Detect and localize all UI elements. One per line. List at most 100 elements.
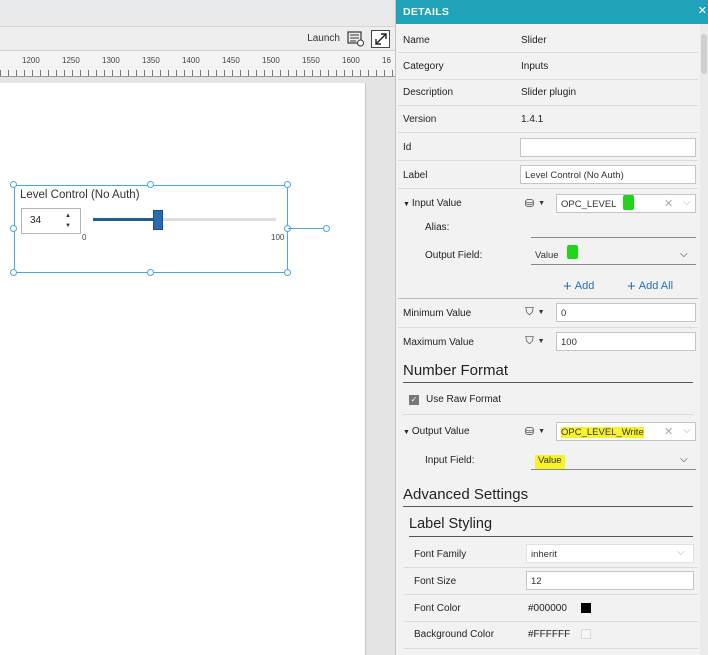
property-row-name: Name Slider bbox=[398, 26, 698, 53]
resize-handle-bottom[interactable] bbox=[147, 269, 154, 276]
maximum-label: Maximum Value bbox=[403, 337, 474, 348]
property-row-font-color: Font Color #000000 bbox=[404, 595, 698, 622]
panel-scrollbar[interactable] bbox=[700, 24, 708, 655]
output-field-select[interactable]: Value bbox=[531, 246, 696, 265]
use-raw-format-label: Use Raw Format bbox=[426, 394, 502, 405]
description-value: Slider plugin bbox=[521, 87, 577, 98]
chevron-down-icon[interactable]: ⌵ bbox=[680, 249, 688, 260]
resize-handle-bottom-right[interactable] bbox=[284, 269, 291, 276]
rotate-handle[interactable] bbox=[323, 225, 330, 232]
resize-handle-top-left[interactable] bbox=[10, 181, 17, 188]
resize-handle-bottom-left[interactable] bbox=[10, 269, 17, 276]
chevron-down-icon[interactable]: ⌵ bbox=[677, 547, 685, 558]
property-row-minimum: Minimum Value ⛉ ▼ 0 bbox=[398, 299, 698, 328]
canvas-toolbar: Launch bbox=[0, 27, 395, 51]
font-color-label: Font Color bbox=[414, 603, 461, 614]
property-row-font-family: Font Family inherit ⌵ bbox=[404, 541, 698, 568]
resize-handle-top[interactable] bbox=[147, 181, 154, 188]
paint-bucket-icon: ⛉ bbox=[525, 335, 534, 347]
input-value-label[interactable]: ▼ Input Value bbox=[403, 198, 462, 209]
ruler-tick bbox=[224, 70, 225, 76]
add-all-button[interactable]: + Add All bbox=[627, 278, 673, 295]
ruler-tick bbox=[64, 70, 65, 76]
label-label: Label bbox=[403, 170, 428, 181]
slider-thumb[interactable] bbox=[153, 210, 164, 230]
add-button[interactable]: + Add bbox=[563, 278, 594, 295]
ruler-tick-label: 16 bbox=[382, 56, 391, 65]
category-value: Inputs bbox=[521, 61, 549, 72]
ruler-tick bbox=[160, 70, 161, 76]
ruler-tick-label: 1500 bbox=[262, 56, 280, 65]
resize-handle-top-right[interactable] bbox=[284, 181, 291, 188]
resize-handle-left[interactable] bbox=[10, 225, 17, 232]
tag-dropdown-icon[interactable]: ⌵ bbox=[683, 425, 691, 436]
chevron-down-icon[interactable]: ⌵ bbox=[680, 454, 688, 465]
paint-bucket-icon: ⛉ bbox=[525, 306, 534, 318]
font-size-field[interactable]: 12 bbox=[526, 571, 694, 590]
maximum-style-picker[interactable]: ⛉ ▼ bbox=[519, 332, 551, 351]
input-field-label: Input Field: bbox=[425, 455, 475, 466]
slider-widget[interactable]: Level Control (No Auth) 34 ▲ ▼ 0 100 bbox=[14, 185, 288, 273]
use-raw-format-checkbox[interactable]: ✓ bbox=[409, 395, 419, 405]
maximum-field[interactable]: 100 bbox=[556, 332, 696, 351]
design-canvas[interactable] bbox=[0, 83, 366, 655]
font-color-value[interactable]: #000000 bbox=[528, 603, 567, 614]
font-family-label: Font Family bbox=[414, 549, 467, 560]
input-field-select[interactable]: Value bbox=[531, 451, 696, 470]
version-value: 1.4.1 bbox=[521, 114, 544, 125]
font-color-swatch[interactable] bbox=[581, 603, 591, 613]
divider bbox=[409, 536, 693, 537]
ruler-tick-label: 1550 bbox=[302, 56, 320, 65]
ruler-tick bbox=[168, 70, 169, 76]
font-family-select[interactable]: inherit bbox=[526, 544, 694, 563]
output-tag-field[interactable]: OPC_LEVEL_Write bbox=[556, 422, 696, 441]
ruler-tick bbox=[16, 70, 17, 76]
font-size-label: Font Size bbox=[414, 576, 457, 587]
stepper-down-icon[interactable]: ▼ bbox=[65, 223, 71, 229]
stepper-up-icon[interactable]: ▲ bbox=[65, 213, 71, 219]
close-icon[interactable]: ✕ bbox=[698, 4, 707, 17]
ruler-tick bbox=[104, 70, 105, 76]
property-row-description: Description Slider plugin bbox=[398, 80, 698, 106]
background-color-value[interactable]: #FFFFFF bbox=[528, 629, 570, 640]
expand-icon[interactable] bbox=[371, 30, 390, 48]
ruler-tick bbox=[336, 70, 337, 76]
ruler-tick bbox=[192, 70, 193, 76]
output-value-label[interactable]: ▼ Output Value bbox=[403, 426, 470, 437]
ruler-tick bbox=[288, 70, 289, 76]
number-format-title: Number Format bbox=[403, 362, 509, 379]
property-row-category: Category Inputs bbox=[398, 53, 698, 80]
launch-label[interactable]: Launch bbox=[307, 33, 340, 44]
clear-tag-icon[interactable]: ✕ bbox=[664, 197, 673, 210]
alias-field[interactable] bbox=[531, 219, 696, 238]
ruler-tick bbox=[320, 70, 321, 76]
input-binding-picker[interactable]: ⛁ ▼ bbox=[519, 194, 551, 213]
ruler-tick bbox=[296, 70, 297, 76]
divider bbox=[403, 382, 693, 383]
ruler-tick bbox=[264, 70, 265, 76]
clear-tag-icon[interactable]: ✕ bbox=[664, 425, 673, 438]
minimum-style-picker[interactable]: ⛉ ▼ bbox=[519, 303, 551, 322]
ruler-tick bbox=[136, 70, 137, 76]
label-field[interactable]: Level Control (No Auth) bbox=[520, 165, 696, 184]
output-binding-picker[interactable]: ⛁ ▼ bbox=[519, 422, 551, 441]
slider-fill bbox=[93, 218, 161, 221]
ruler-tick bbox=[184, 70, 185, 76]
data-binding-icon: ⛁ bbox=[524, 198, 535, 210]
ruler-tick bbox=[376, 70, 377, 76]
property-row-maximum: Maximum Value ⛉ ▼ 100 bbox=[398, 328, 698, 355]
slider-track[interactable] bbox=[93, 218, 276, 221]
advanced-settings-title: Advanced Settings bbox=[403, 486, 529, 503]
minimum-field[interactable]: 0 bbox=[556, 303, 696, 322]
id-field[interactable] bbox=[520, 138, 696, 157]
canvas-gutter bbox=[366, 83, 395, 655]
ruler-tick bbox=[256, 70, 257, 76]
value-stepper[interactable]: 34 ▲ ▼ bbox=[21, 208, 81, 234]
tag-dropdown-icon[interactable]: ⌵ bbox=[683, 197, 691, 208]
scrollbar-thumb[interactable] bbox=[701, 34, 707, 74]
background-color-swatch[interactable] bbox=[581, 629, 591, 639]
launch-settings-icon[interactable] bbox=[346, 30, 365, 48]
property-row-background-color: Background Color #FFFFFF bbox=[404, 622, 698, 649]
ruler-tick bbox=[56, 70, 57, 76]
output-field-label: Output Field: bbox=[425, 250, 483, 261]
